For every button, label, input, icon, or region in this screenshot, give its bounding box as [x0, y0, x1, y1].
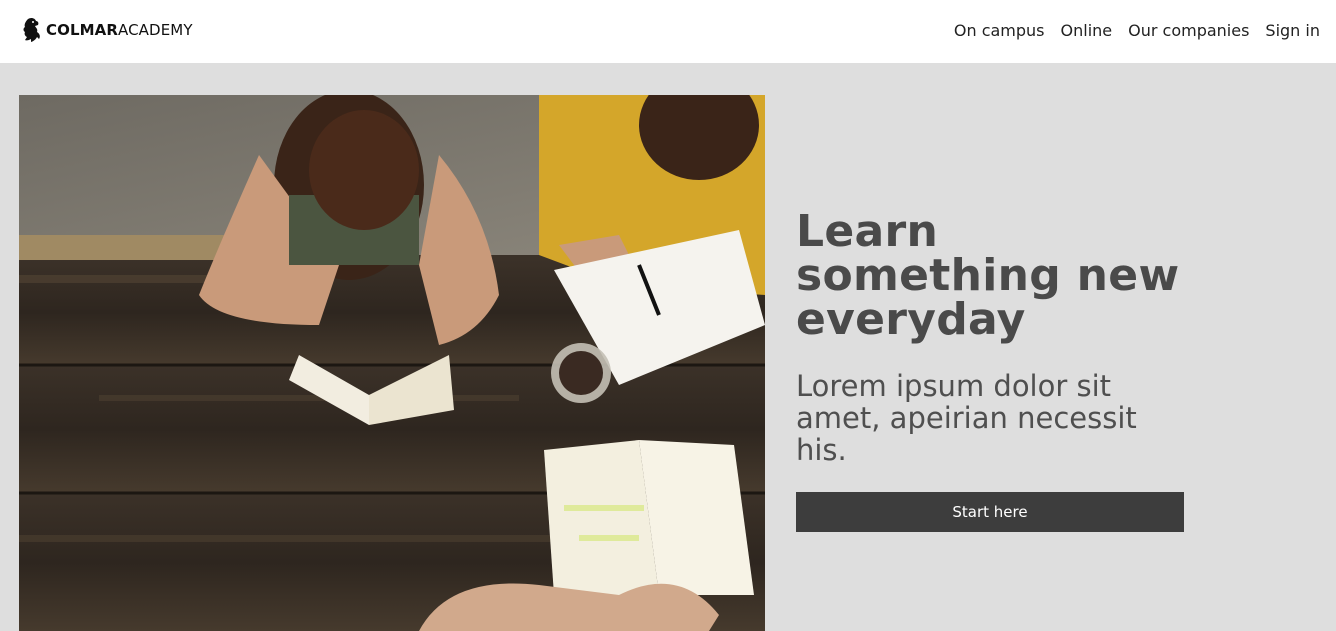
nav-link-sign-in[interactable]: Sign in [1265, 20, 1320, 42]
lion-rampant-icon [23, 17, 40, 42]
students-studying-photo [19, 95, 765, 631]
nav-link-our-companies[interactable]: Our companies [1128, 20, 1249, 42]
brand-name: COLMARACADEMY [46, 21, 193, 39]
main-nav: On campus Online Our companies Sign in [954, 20, 1320, 42]
site-header: COLMARACADEMY On campus Online Our compa… [0, 0, 1336, 63]
hero-subtitle: Lorem ipsum dolor sit amet, apeirian nec… [796, 369, 1137, 467]
start-here-button[interactable]: Start here [796, 492, 1184, 532]
hero-image [19, 95, 765, 631]
brand-logo-link[interactable]: COLMARACADEMY [22, 16, 193, 44]
nav-link-online[interactable]: Online [1061, 20, 1113, 42]
hero-headline: Learn something new everyday [796, 206, 1180, 345]
nav-link-on-campus[interactable]: On campus [954, 20, 1045, 42]
